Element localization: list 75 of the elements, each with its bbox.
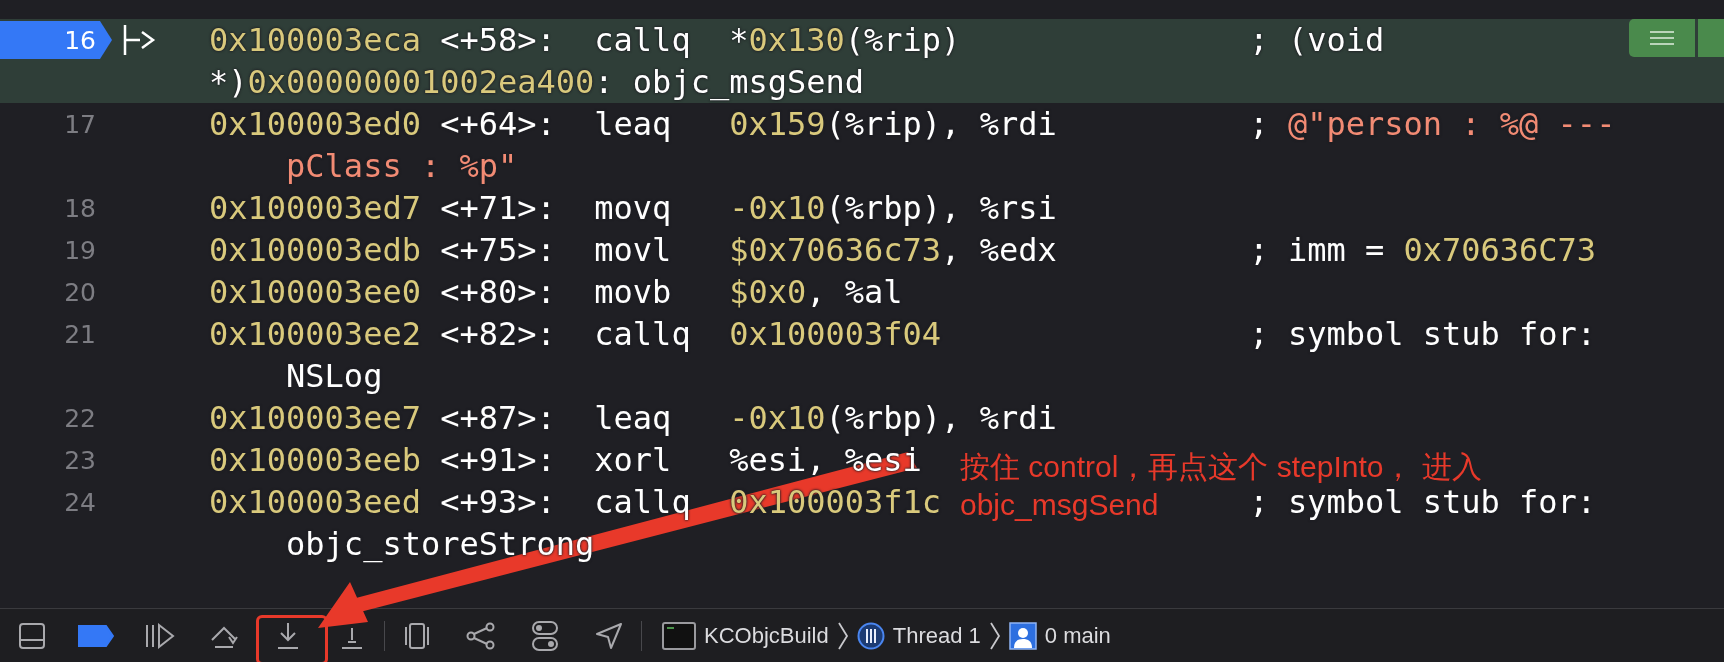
breakpoint-marker[interactable] xyxy=(0,21,112,59)
instruction-mnemonic: movb xyxy=(594,273,673,311)
instruction-mnemonic: leaq xyxy=(594,399,673,437)
line-number: 18 xyxy=(64,193,97,223)
instruction-mnemonic: callq xyxy=(594,315,692,353)
instruction-comment: ; imm = 0x70636C73 xyxy=(1249,231,1597,269)
instruction-mnemonic: leaq xyxy=(594,105,673,143)
line-number: 16 xyxy=(64,25,97,55)
instruction-mnemonic: movl xyxy=(594,231,673,269)
thread-icon xyxy=(856,622,885,650)
instruction-operands: *0x130(%rip) xyxy=(729,21,961,59)
breakpoints-icon[interactable] xyxy=(78,625,114,647)
instruction-address: 0x100003eed xyxy=(209,483,422,521)
instruction-offset: <+71>: xyxy=(440,189,557,227)
annotation-box xyxy=(256,615,328,662)
terminal-icon xyxy=(662,622,696,650)
instruction-operands: -0x10(%rbp), %rdi xyxy=(729,399,1057,437)
chevron-icon xyxy=(988,622,1001,650)
instruction-mnemonic: callq xyxy=(594,21,692,59)
instruction-operands: $0x0, %al xyxy=(729,273,903,311)
comment-continuation: pClass : %p" xyxy=(286,147,518,185)
instruction-address: 0x100003eeb xyxy=(209,441,422,479)
instruction-operands: 0x159(%rip), %rdi xyxy=(729,105,1057,143)
menu-icon xyxy=(1650,31,1674,45)
instruction-address: 0x100003ed7 xyxy=(209,189,422,227)
instruction-mnemonic: callq xyxy=(594,483,692,521)
breadcrumb-item[interactable]: KCObjcBuild xyxy=(662,622,829,650)
line-number: 24 xyxy=(64,487,97,517)
line-number: 21 xyxy=(64,319,97,349)
memory-graph-icon[interactable] xyxy=(466,622,496,650)
editor-toggle-button[interactable] xyxy=(1698,19,1724,57)
instruction-address: 0x100003ed0 xyxy=(209,105,422,143)
instruction-comment: ; @"person : %@ --- xyxy=(1249,105,1616,143)
annotation-text: 按住 control，再点这个 stepInto， 进入 xyxy=(960,449,1482,485)
view-debugger-icon[interactable] xyxy=(403,622,431,650)
instruction-mnemonic: xorl xyxy=(594,441,673,479)
instruction-offset: <+58>: xyxy=(440,21,557,59)
breadcrumb-item[interactable]: Thread 1 xyxy=(856,622,981,650)
step-into-icon[interactable] xyxy=(275,622,301,650)
instruction-offset: <+93>: xyxy=(440,483,557,521)
instruction-operands: 0x100003f04 xyxy=(729,315,942,353)
instruction-comment: ; symbol stub for: xyxy=(1249,483,1597,521)
instruction-offset: <+80>: xyxy=(440,273,557,311)
instruction-offset: <+64>: xyxy=(440,105,557,143)
instruction-address: 0x100003ee0 xyxy=(209,273,422,311)
annotation-text: objc_msgSend xyxy=(960,487,1159,523)
toggles-icon[interactable] xyxy=(532,621,558,651)
instruction-address: 0x100003ee2 xyxy=(209,315,422,353)
line-number: 22 xyxy=(64,403,97,433)
instruction-pointer-icon xyxy=(122,25,156,55)
instruction-address: 0x100003eca xyxy=(209,21,422,59)
breadcrumb-item[interactable]: 0 main xyxy=(1008,622,1111,650)
line-number: 19 xyxy=(64,235,97,265)
editor-options-button[interactable] xyxy=(1629,19,1695,57)
instruction-comment: ; symbol stub for: xyxy=(1249,315,1597,353)
instruction-mnemonic: movq xyxy=(594,189,673,227)
instruction-offset: <+82>: xyxy=(440,315,557,353)
line-number: 17 xyxy=(64,109,97,139)
comment-continuation: NSLog xyxy=(286,357,383,395)
debug-area-icon[interactable] xyxy=(19,623,45,649)
instruction-operands: $0x70636c73, %edx xyxy=(729,231,1057,269)
instruction-comment: ; (void xyxy=(1249,21,1385,59)
instruction-address: 0x100003ee7 xyxy=(209,399,422,437)
instruction-offset: <+75>: xyxy=(440,231,557,269)
line-number: 23 xyxy=(64,445,97,475)
person-icon xyxy=(1008,622,1037,650)
instruction-address: 0x100003edb xyxy=(209,231,422,269)
instruction-offset: <+87>: xyxy=(440,399,557,437)
location-arrow-icon[interactable] xyxy=(595,622,623,650)
instruction-offset: <+91>: xyxy=(440,441,557,479)
chevron-icon xyxy=(836,622,849,650)
comment-continuation: *)0x00000001002ea400: objc_msgSend xyxy=(209,63,865,101)
continue-icon[interactable] xyxy=(145,623,175,649)
instruction-operands: -0x10(%rbp), %rsi xyxy=(729,189,1057,227)
line-number: 20 xyxy=(64,277,97,307)
